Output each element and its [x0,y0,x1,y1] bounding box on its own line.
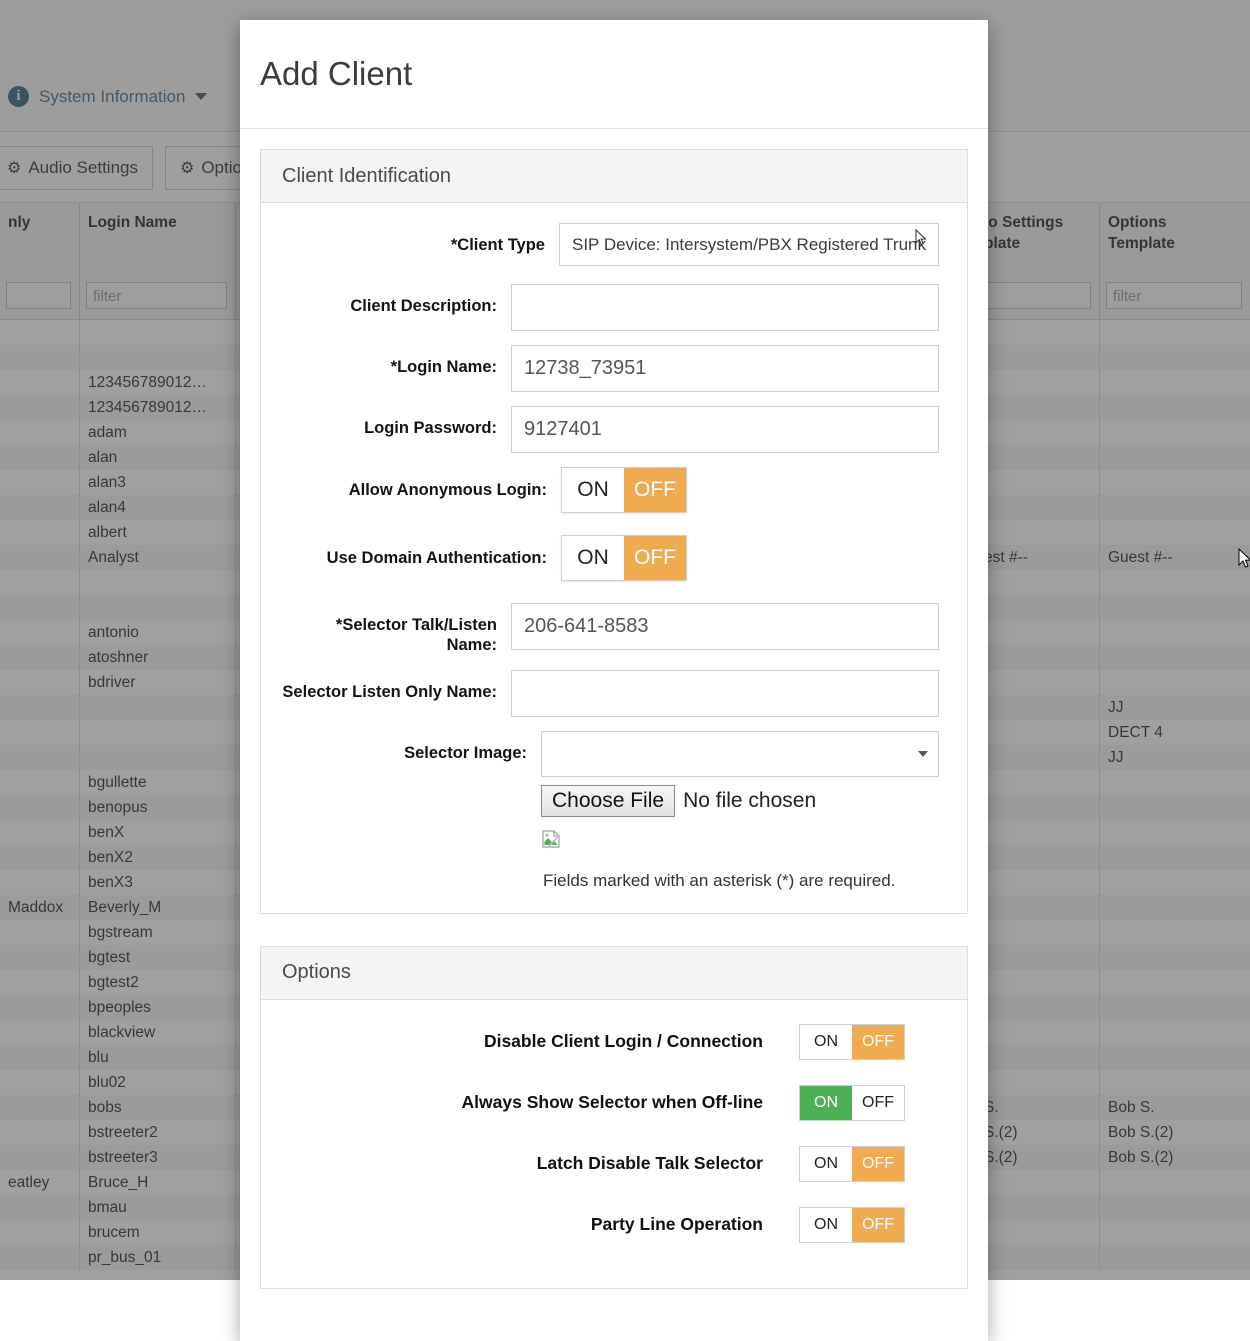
option-row: Always Show Selector when Off-lineONOFF [281,1085,947,1121]
options-panel-body: Disable Client Login / ConnectionONOFFAl… [261,1000,967,1288]
allow-anonymous-login-toggle[interactable]: ON OFF [561,467,687,513]
dialog-body: Client Identification *Client Type SIP D… [240,129,988,1341]
option-toggle-on[interactable]: ON [800,1208,852,1242]
client-description-input[interactable] [511,284,939,331]
selector-listen-only-name-input[interactable] [511,670,939,717]
login-password-label: Login Password: [281,406,511,439]
option-toggle-off[interactable]: OFF [852,1025,904,1059]
option-row: Latch Disable Talk SelectorONOFF [281,1146,947,1182]
no-file-chosen-label: No file chosen [683,789,816,813]
login-name-label: *Login Name: [281,345,511,378]
client-description-row: Client Description: [281,284,939,331]
option-toggle-off[interactable]: OFF [852,1208,904,1242]
add-client-dialog: Add Client Client Identification *Client… [240,20,988,1341]
login-password-row: Login Password: 9127401 [281,406,939,453]
login-name-row: *Login Name: 12738_73951 [281,345,939,392]
chevron-down-icon [918,751,928,757]
selector-listen-only-name-row: Selector Listen Only Name: [281,670,939,717]
choose-file-button[interactable]: Choose File [541,785,675,817]
option-row: Party Line OperationONOFF [281,1207,947,1243]
use-domain-authentication-toggle[interactable]: ON OFF [561,535,687,581]
selector-image-select[interactable] [541,731,939,777]
use-domain-authentication-label: Use Domain Authentication: [281,535,561,569]
dialog-title: Add Client [260,55,412,93]
text-cursor [915,229,927,247]
selector-image-file-row: Choose File No file chosen [541,785,939,817]
selector-image-label: Selector Image: [281,731,541,764]
login-password-input[interactable]: 9127401 [511,406,939,453]
option-toggle[interactable]: ONOFF [799,1024,905,1060]
allow-anonymous-login-label: Allow Anonymous Login: [281,467,561,501]
required-fields-note: Fields marked with an asterisk (*) are r… [541,871,939,891]
client-identification-header: Client Identification [261,150,967,203]
client-identification-panel: Client Identification *Client Type SIP D… [260,149,968,914]
option-row: Disable Client Login / ConnectionONOFF [281,1024,947,1060]
allow-anonymous-login-row: Allow Anonymous Login: ON OFF [281,467,939,513]
option-toggle[interactable]: ONOFF [799,1146,905,1182]
use-domain-authentication-on[interactable]: ON [562,536,624,580]
options-panel: Options Disable Client Login / Connectio… [260,946,968,1289]
selector-image-row: Selector Image: Choose File No file chos… [281,731,939,891]
dialog-header: Add Client [240,20,988,129]
client-identification-body: *Client Type SIP Device: Intersystem/PBX… [261,203,967,913]
client-description-label: Client Description: [281,284,511,317]
client-type-label: *Client Type [281,223,559,256]
selector-talk-listen-name-row: *Selector Talk/Listen Name: 206-641-8583 [281,603,939,656]
option-toggle-off[interactable]: OFF [852,1147,904,1181]
allow-anonymous-login-on[interactable]: ON [562,468,624,512]
option-label: Latch Disable Talk Selector [281,1153,799,1174]
client-identification-title: Client Identification [282,165,451,188]
option-label: Party Line Operation [281,1214,799,1235]
option-toggle[interactable]: ONOFF [799,1085,905,1121]
allow-anonymous-login-off[interactable]: OFF [624,468,686,512]
option-toggle-on[interactable]: ON [800,1147,852,1181]
use-domain-authentication-off[interactable]: OFF [624,536,686,580]
selector-talk-listen-name-label: *Selector Talk/Listen Name: [281,603,511,656]
use-domain-authentication-row: Use Domain Authentication: ON OFF [281,535,939,581]
options-panel-title: Options [282,961,351,984]
option-label: Disable Client Login / Connection [281,1031,799,1052]
option-toggle-off[interactable]: OFF [852,1086,904,1120]
login-name-input[interactable]: 12738_73951 [511,345,939,392]
selector-talk-listen-name-input[interactable]: 206-641-8583 [511,603,939,650]
option-toggle[interactable]: ONOFF [799,1207,905,1243]
broken-image-icon [541,829,561,849]
options-panel-header: Options [261,947,967,1000]
selector-listen-only-name-label: Selector Listen Only Name: [281,670,511,703]
mouse-cursor [1238,548,1250,570]
client-type-select[interactable]: SIP Device: Intersystem/PBX Registered T… [559,223,939,266]
client-type-row: *Client Type SIP Device: Intersystem/PBX… [281,223,939,266]
option-toggle-on[interactable]: ON [800,1086,852,1120]
option-toggle-on[interactable]: ON [800,1025,852,1059]
option-label: Always Show Selector when Off-line [281,1092,799,1113]
